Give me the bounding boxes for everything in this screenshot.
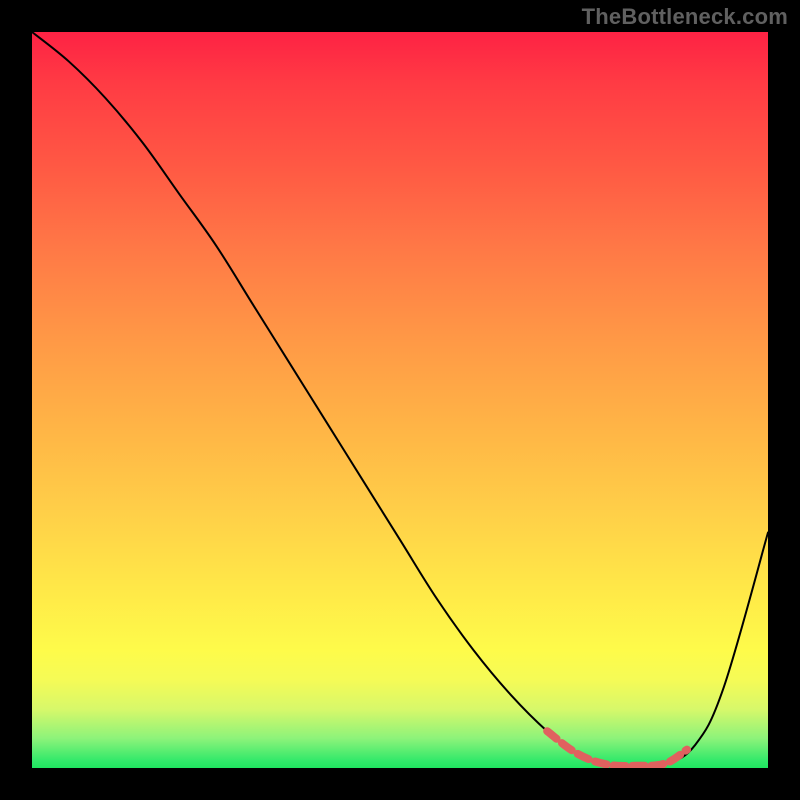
optimal-zone-highlight [547,731,687,766]
watermark-text: TheBottleneck.com [582,4,788,30]
chart-frame: TheBottleneck.com [0,0,800,800]
chart-svg [32,32,768,768]
plot-area [32,32,768,768]
bottleneck-curve-line [32,32,768,766]
